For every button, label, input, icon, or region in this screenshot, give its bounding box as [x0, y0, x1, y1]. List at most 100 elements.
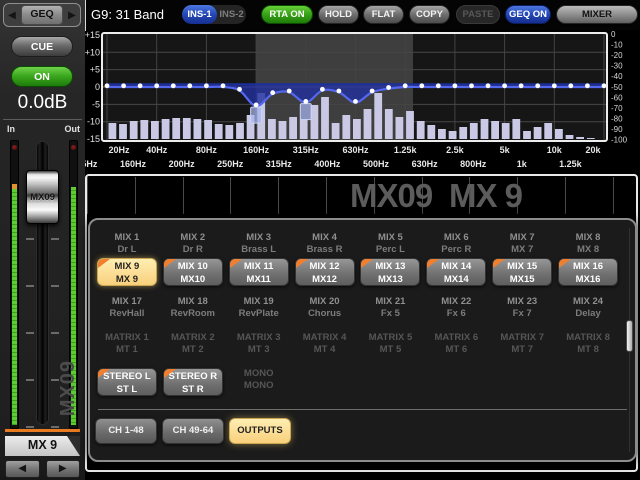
eq-band-dot[interactable] [237, 87, 242, 92]
panel-scrollbar-handle[interactable] [626, 320, 633, 352]
channel-label-matrix-2[interactable]: MATRIX 2MT 2 [160, 332, 226, 356]
channel-button-mix-11[interactable]: MIX 11MX11 [229, 258, 289, 286]
channel-label-mix-17[interactable]: MIX 17RevHall [94, 296, 160, 320]
eq-band-handle[interactable] [300, 104, 311, 120]
copy-button[interactable]: COPY [409, 5, 450, 24]
eq-band-dot[interactable] [337, 89, 342, 94]
geq-fader-slot[interactable] [566, 177, 614, 214]
tab-ch-49-64[interactable]: CH 49-64 [162, 418, 224, 444]
eq-band-dot[interactable] [270, 90, 275, 95]
eq-band-dot[interactable] [469, 83, 474, 88]
geq-on-button[interactable]: GEQ ON [505, 5, 551, 24]
geq-title: G9: 31 Band [91, 7, 164, 22]
eq-band-dot[interactable] [121, 83, 126, 88]
channel-button-mix-9[interactable]: MIX 9MX 9 [97, 258, 157, 286]
tab-ch-1-48[interactable]: CH 1-48 [95, 418, 157, 444]
geq-fader-slot[interactable] [279, 177, 327, 214]
eq-band-dot[interactable] [353, 99, 358, 104]
geq-fader-slot[interactable] [184, 177, 232, 214]
eq-band-dot[interactable] [453, 83, 458, 88]
eq-band-dot[interactable] [436, 83, 441, 88]
channel-button-mix-12[interactable]: MIX 12MX12 [295, 258, 355, 286]
channel-label-mix-7[interactable]: MIX 7MX 7 [489, 232, 555, 256]
eq-band-dot[interactable] [204, 83, 209, 88]
channel-button-stereo-r[interactable]: STEREO RST R [163, 368, 223, 396]
rta-bar [427, 125, 435, 139]
channel-label-mix-19[interactable]: MIX 19RevPlate [226, 296, 292, 320]
eq-band-dot[interactable] [187, 83, 192, 88]
rack-label-button[interactable]: GEQ [21, 5, 63, 25]
eq-band-dot[interactable] [287, 89, 292, 94]
rack-next-icon[interactable]: ▶ [64, 10, 80, 21]
eq-band-dot[interactable] [221, 83, 226, 88]
channel-label-mix-23[interactable]: MIX 23Fx 7 [489, 296, 555, 320]
channel-button-stereo-l[interactable]: STEREO LST L [97, 368, 157, 396]
tab-ins-2[interactable]: INS-2 [217, 5, 246, 24]
channel-label-matrix-6[interactable]: MATRIX 6MT 6 [423, 332, 489, 356]
tab-outputs[interactable]: OUTPUTS [229, 418, 291, 444]
eq-band-dot[interactable] [419, 83, 424, 88]
mixer-button[interactable]: MIXER [556, 5, 638, 24]
prev-channel-button[interactable]: ◀ [5, 460, 40, 478]
channel-button-mix-16[interactable]: MIX 16MX16 [558, 258, 618, 286]
channel-label-mix-3[interactable]: MIX 3Brass L [226, 232, 292, 256]
channel-button-mix-10[interactable]: MIX 10MX10 [163, 258, 223, 286]
eq-band-dot[interactable] [171, 83, 176, 88]
eq-band-dot[interactable] [552, 83, 557, 88]
channel-label-matrix-7[interactable]: MATRIX 7MT 7 [489, 332, 555, 356]
geq-fader-slot[interactable] [136, 177, 184, 214]
channel-label-mix-4[interactable]: MIX 4Brass R [292, 232, 358, 256]
channel-label-mix-2[interactable]: MIX 2Dr R [160, 232, 226, 256]
eq-band-dot[interactable] [254, 103, 259, 108]
eq-band-dot[interactable] [370, 89, 375, 94]
channel-label-matrix-4[interactable]: MATRIX 4MT 4 [292, 332, 358, 356]
channel-label-mix-21[interactable]: MIX 21Fx 5 [358, 296, 424, 320]
eq-band-dot[interactable] [535, 83, 540, 88]
next-channel-button[interactable]: ▶ [46, 460, 81, 478]
channel-label-mix-6[interactable]: MIX 6Perc R [423, 232, 489, 256]
channel-button-mix-13[interactable]: MIX 13MX13 [360, 258, 420, 286]
channel-label-mix-20[interactable]: MIX 20Chorus [292, 296, 358, 320]
eq-band-dot[interactable] [386, 85, 391, 90]
rta-on-button[interactable]: RTA ON [261, 5, 313, 24]
eq-band-dot[interactable] [403, 83, 408, 88]
eq-band-dot[interactable] [585, 83, 590, 88]
paste-button[interactable]: PASTE [456, 5, 500, 24]
cue-button[interactable]: CUE [11, 36, 73, 57]
channel-name-box[interactable]: MX 9 [5, 436, 80, 456]
flat-button[interactable]: FLAT [363, 5, 404, 24]
channel-label-mix-24[interactable]: MIX 24Delay [555, 296, 621, 320]
channel-label-matrix-1[interactable]: MATRIX 1MT 1 [94, 332, 160, 356]
eq-band-dot[interactable] [502, 83, 507, 88]
channel-label-mono[interactable]: MONOMONO [226, 368, 292, 392]
channel-button-mix-15[interactable]: MIX 15MX15 [492, 258, 552, 286]
rack-prev-icon[interactable]: ◀ [4, 10, 20, 21]
fader-knob[interactable]: MX09 [26, 170, 59, 224]
geq-graph[interactable]: +15+10+50-5-10-150-10-20-30-40-50-60-70-… [85, 30, 640, 160]
channel-label-matrix-3[interactable]: MATRIX 3MT 3 [226, 332, 292, 356]
eq-band-dot[interactable] [519, 83, 524, 88]
eq-band-dot[interactable] [320, 87, 325, 92]
eq-band-dot[interactable] [154, 83, 159, 88]
channel-label-mix-18[interactable]: MIX 18RevRoom [160, 296, 226, 320]
eq-band-dot[interactable] [105, 83, 110, 88]
eq-band-dot[interactable] [602, 83, 607, 88]
channel-label-matrix-5[interactable]: MATRIX 5MT 5 [358, 332, 424, 356]
channel-label-mix-5[interactable]: MIX 5Perc L [358, 232, 424, 256]
channel-label-mix-22[interactable]: MIX 22Fx 6 [423, 296, 489, 320]
eq-band-dot[interactable] [568, 83, 573, 88]
channel-label-mix-1[interactable]: MIX 1Dr L [94, 232, 160, 256]
tab-ins-1[interactable]: INS-1 [182, 5, 217, 24]
channel-label-mix-8[interactable]: MIX 8MX 8 [555, 232, 621, 256]
on-button[interactable]: ON [11, 66, 73, 87]
eq-band-dot[interactable] [303, 99, 308, 104]
eq-band-dot[interactable] [138, 83, 143, 88]
channel-label-matrix-8[interactable]: MATRIX 8MT 8 [555, 332, 621, 356]
eq-band-dot[interactable] [486, 83, 491, 88]
geq-fader-slot[interactable] [231, 177, 279, 214]
channel-button-mix-14[interactable]: MIX 14MX14 [426, 258, 486, 286]
geq-fader-slot[interactable] [88, 177, 136, 214]
hold-button[interactable]: HOLD [318, 5, 359, 24]
eq-band-handle[interactable] [251, 107, 262, 123]
geq-fader-slot[interactable] [518, 177, 566, 214]
